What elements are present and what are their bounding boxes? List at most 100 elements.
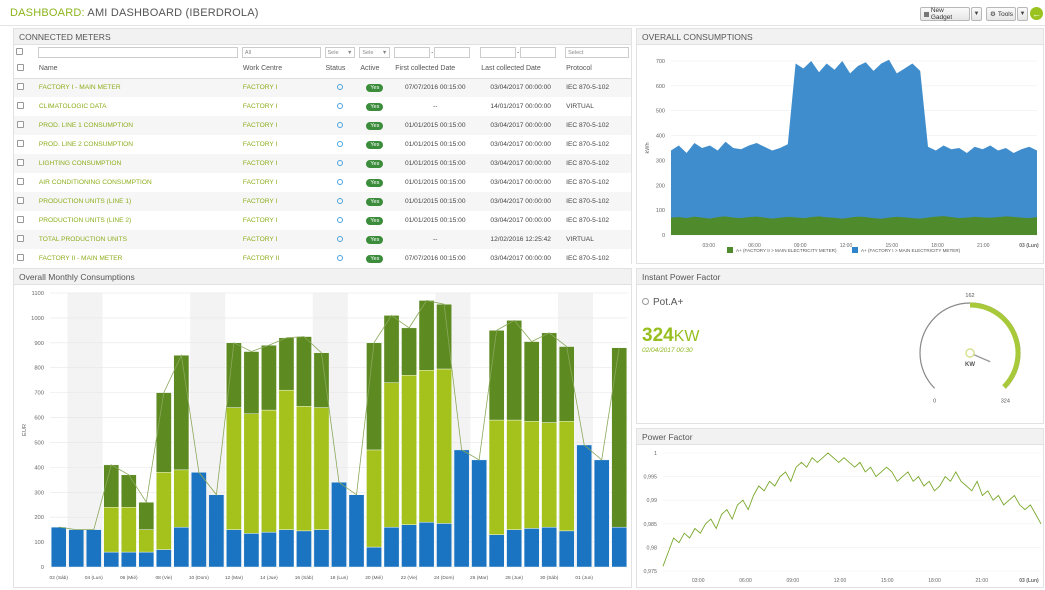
bar-segment bbox=[261, 345, 277, 411]
bar-segment bbox=[506, 529, 522, 568]
table-row[interactable]: AIR CONDITIONING CONSUMPTION FACTORY I Yes… bbox=[14, 173, 631, 192]
meter-work-centre[interactable]: FACTORY I bbox=[239, 135, 323, 154]
meter-last-date: 03/04/2017 00:00:00 bbox=[478, 154, 564, 173]
radio-icon[interactable] bbox=[642, 298, 649, 305]
x-tick-label: 21:00 bbox=[975, 578, 988, 584]
bar-segment bbox=[68, 529, 85, 568]
name-filter-input[interactable] bbox=[37, 47, 238, 58]
bar-segment bbox=[436, 368, 452, 524]
x-tick-label: 08 (Vie) bbox=[155, 575, 172, 581]
status-filter-select[interactable]: Sele ▼ bbox=[324, 47, 356, 58]
column-header-last-date[interactable]: Last collected Date bbox=[478, 60, 564, 79]
row-checkbox[interactable] bbox=[17, 121, 24, 128]
table-row[interactable]: LIGHTING CONSUMPTION FACTORY I Yes 01/01/20… bbox=[14, 154, 631, 173]
bar-segment bbox=[418, 300, 435, 371]
bar-segment bbox=[418, 370, 435, 523]
row-checkbox[interactable] bbox=[17, 178, 24, 185]
column-header-status[interactable]: Status bbox=[322, 60, 358, 79]
top-bar: DASHBOARD: AMI DASHBOARD (IBERDROLA) New… bbox=[0, 0, 1045, 26]
gauge-hub bbox=[965, 348, 975, 358]
meter-work-centre[interactable]: FACTORY I bbox=[239, 230, 323, 249]
last-date-to-input[interactable] bbox=[520, 47, 557, 58]
row-checkbox[interactable] bbox=[17, 83, 24, 91]
y-tick-label: 400 bbox=[656, 134, 665, 140]
meter-name[interactable]: CLIMATOLOGIC DATA bbox=[35, 97, 240, 116]
meter-name[interactable]: PRODUCTION UNITS (LINE 2) bbox=[35, 211, 240, 230]
meter-name[interactable]: PRODUCTION UNITS (LINE 1) bbox=[35, 192, 240, 211]
meter-name[interactable]: TOTAL PRODUCTION UNITS bbox=[35, 230, 240, 249]
new-gadget-button[interactable]: New Gadget bbox=[920, 7, 970, 21]
bar-segment bbox=[401, 524, 417, 568]
bar-segment bbox=[541, 526, 557, 568]
active-badge: Yes bbox=[366, 178, 384, 187]
table-row[interactable]: PRODUCTION UNITS (LINE 1) FACTORY I Yes 01/… bbox=[14, 192, 631, 211]
column-header-name[interactable]: Name bbox=[35, 60, 240, 79]
bar-segment bbox=[401, 374, 417, 525]
bar-segment bbox=[296, 336, 312, 407]
bar-segment bbox=[383, 526, 400, 568]
select-all-checkbox[interactable] bbox=[16, 48, 23, 55]
x-tick-label: 03 (Lun) bbox=[1019, 243, 1039, 249]
meter-work-centre[interactable]: FACTORY I bbox=[239, 192, 323, 211]
legend-label: A+ (FACTORY II > MAIN ELECTRICITY METER) bbox=[736, 248, 837, 253]
first-date-from-input[interactable] bbox=[394, 47, 431, 58]
x-tick-label: 06 (Mié) bbox=[120, 575, 138, 581]
bar-segment bbox=[593, 459, 610, 568]
table-row[interactable]: TOTAL PRODUCTION UNITS FACTORY I Yes -- 12/0… bbox=[14, 230, 631, 249]
meter-name[interactable]: AIR CONDITIONING CONSUMPTION bbox=[35, 173, 240, 192]
protocol-filter-select[interactable]: Select bbox=[565, 47, 629, 58]
row-checkbox[interactable] bbox=[17, 254, 24, 261]
active-filter-select[interactable]: Sele ▼ bbox=[359, 47, 391, 58]
table-row[interactable]: PRODUCTION UNITS (LINE 2) FACTORY I Yes 01/… bbox=[14, 211, 631, 230]
meter-name[interactable]: FACTORY I - MAIN METER bbox=[35, 78, 240, 97]
area-series-factory-ii bbox=[671, 216, 1037, 235]
meter-name[interactable]: FACTORY II - MAIN METER bbox=[35, 249, 240, 268]
new-gadget-dropdown[interactable]: ▼ bbox=[971, 7, 982, 21]
meter-work-centre[interactable]: FACTORY I bbox=[239, 173, 323, 192]
column-header-first-date[interactable]: First collected Date bbox=[392, 60, 479, 79]
work-centre-filter[interactable]: All bbox=[241, 47, 321, 58]
last-date-from-input[interactable] bbox=[480, 47, 517, 58]
column-header-work-centre[interactable]: Work Centre bbox=[239, 60, 323, 79]
row-checkbox[interactable] bbox=[17, 235, 24, 242]
column-header-protocol[interactable]: Protocol bbox=[563, 60, 631, 79]
bar-segment bbox=[313, 529, 330, 568]
meter-name[interactable]: PROD. LINE 1 CONSUMPTION bbox=[35, 116, 240, 135]
meter-work-centre[interactable]: FACTORY II bbox=[239, 249, 323, 268]
tools-button[interactable]: ⚙ Tools bbox=[986, 7, 1016, 21]
meter-last-date: 03/04/2017 00:00:00 bbox=[478, 135, 564, 154]
meter-last-date: 03/04/2017 00:00:00 bbox=[478, 249, 564, 268]
table-row[interactable]: FACTORY I - MAIN METER FACTORY I Yes 07/07/… bbox=[14, 78, 631, 97]
meter-last-date: 03/04/2017 00:00:00 bbox=[478, 192, 564, 211]
tools-dropdown[interactable]: ▼ bbox=[1017, 7, 1028, 21]
meter-first-date: 07/07/2016 00:15:00 bbox=[392, 78, 479, 97]
table-row[interactable]: PROD. LINE 1 CONSUMPTION FACTORY I Yes 01/0… bbox=[14, 116, 631, 135]
first-date-to-input[interactable] bbox=[434, 47, 471, 58]
row-checkbox[interactable] bbox=[17, 140, 24, 147]
meter-work-centre[interactable]: FACTORY I bbox=[239, 211, 323, 230]
table-row[interactable]: FACTORY II - MAIN METER FACTORY II Yes 07/0… bbox=[14, 249, 631, 268]
header-checkbox[interactable] bbox=[17, 64, 24, 72]
meter-name[interactable]: PROD. LINE 2 CONSUMPTION bbox=[35, 135, 240, 154]
bar-segment bbox=[138, 502, 155, 530]
meter-work-centre[interactable]: FACTORY I bbox=[239, 78, 323, 97]
bar-segment bbox=[366, 546, 382, 568]
table-row[interactable]: CLIMATOLOGIC DATA FACTORY I Yes -- 14/01/201… bbox=[14, 97, 631, 116]
row-checkbox[interactable] bbox=[17, 216, 24, 223]
meter-name[interactable]: LIGHTING CONSUMPTION bbox=[35, 154, 240, 173]
weekend-band bbox=[67, 293, 103, 567]
instant-power-factor-title: Instant Power Factor bbox=[637, 269, 1043, 285]
row-checkbox[interactable] bbox=[17, 159, 24, 166]
row-checkbox[interactable] bbox=[17, 102, 24, 109]
bar-segment bbox=[313, 352, 330, 408]
legend-swatch bbox=[852, 247, 858, 253]
meter-work-centre[interactable]: FACTORY I bbox=[239, 116, 323, 135]
meter-last-date: 03/04/2017 00:00:00 bbox=[478, 173, 564, 192]
back-button[interactable]: ← bbox=[1030, 7, 1043, 20]
bar-segment bbox=[243, 533, 260, 568]
meter-work-centre[interactable]: FACTORY I bbox=[239, 154, 323, 173]
meter-work-centre[interactable]: FACTORY I bbox=[239, 97, 323, 116]
table-row[interactable]: PROD. LINE 2 CONSUMPTION FACTORY I Yes 01/0… bbox=[14, 135, 631, 154]
column-header-active[interactable]: Active bbox=[357, 60, 393, 79]
row-checkbox[interactable] bbox=[17, 197, 24, 204]
